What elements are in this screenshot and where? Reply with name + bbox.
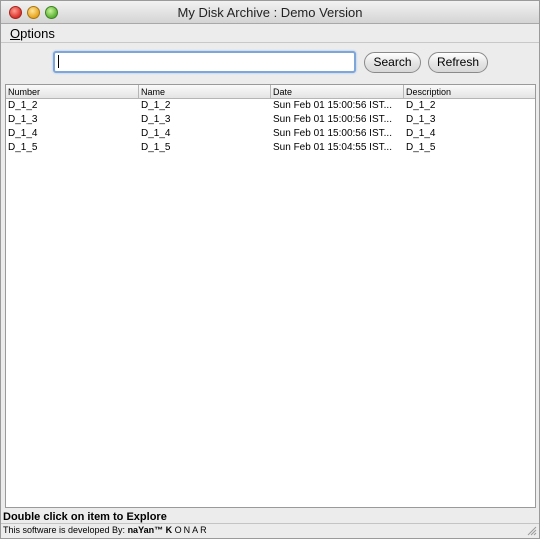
cell-number: D_1_3: [8, 114, 38, 125]
cell-date: Sun Feb 01 15:00:56 IST...: [273, 100, 392, 111]
cell-description: D_1_4: [406, 128, 436, 139]
footer-divider: [1, 523, 539, 524]
table-body: D_1_2 D_1_2 Sun Feb 01 15:00:56 IST... D…: [6, 99, 535, 155]
cell-date: Sun Feb 01 15:04:55 IST...: [273, 142, 392, 153]
developer-credit: This software is developed By: naYan™ K …: [3, 525, 209, 535]
refresh-button[interactable]: Refresh: [428, 52, 488, 73]
credit-name: naYan™: [127, 525, 166, 535]
search-button[interactable]: Search: [364, 52, 421, 73]
cell-number: D_1_5: [8, 142, 38, 153]
cell-description: D_1_5: [406, 142, 436, 153]
resize-grip-icon[interactable]: [525, 524, 537, 536]
column-header-name[interactable]: Name: [139, 85, 271, 99]
table-row[interactable]: D_1_3 D_1_3 Sun Feb 01 15:00:56 IST... D…: [6, 113, 535, 127]
cell-description: D_1_2: [406, 100, 436, 111]
cell-name: D_1_3: [141, 114, 171, 125]
text-caret: [58, 55, 59, 68]
credit-prefix: This software is developed By:: [3, 525, 128, 535]
cell-date: Sun Feb 01 15:00:56 IST...: [273, 128, 392, 139]
menu-options-label: ptions: [20, 26, 55, 41]
cell-number: D_1_4: [8, 128, 38, 139]
cell-description: D_1_3: [406, 114, 436, 125]
table-row[interactable]: D_1_4 D_1_4 Sun Feb 01 15:00:56 IST... D…: [6, 127, 535, 141]
window-title: My Disk Archive : Demo Version: [177, 5, 363, 20]
cell-number: D_1_2: [8, 100, 38, 111]
app-window: My Disk Archive : Demo Version Options S…: [0, 0, 540, 539]
credit-rest: ONAR: [174, 525, 209, 535]
menu-options-mnemonic: O: [10, 26, 21, 41]
cell-name: D_1_5: [141, 142, 171, 153]
credit-k: K: [165, 525, 173, 535]
table-row[interactable]: D_1_5 D_1_5 Sun Feb 01 15:04:55 IST... D…: [6, 141, 535, 155]
cell-date: Sun Feb 01 15:00:56 IST...: [273, 114, 392, 125]
cell-name: D_1_4: [141, 128, 171, 139]
menu-bar: Options: [1, 24, 539, 43]
column-header-date[interactable]: Date: [271, 85, 404, 99]
menu-options[interactable]: Options: [10, 26, 55, 41]
search-input[interactable]: [53, 51, 356, 73]
column-header-description[interactable]: Description: [404, 85, 537, 99]
status-hint: Double click on item to Explore: [3, 511, 167, 523]
title-bar[interactable]: My Disk Archive : Demo Version: [1, 1, 539, 24]
table-header: Number Name Date Description: [6, 85, 535, 99]
column-header-number[interactable]: Number: [6, 85, 139, 99]
cell-name: D_1_2: [141, 100, 171, 111]
table-row[interactable]: D_1_2 D_1_2 Sun Feb 01 15:00:56 IST... D…: [6, 99, 535, 113]
archive-table[interactable]: Number Name Date Description D_1_2 D_1_2…: [5, 84, 536, 508]
